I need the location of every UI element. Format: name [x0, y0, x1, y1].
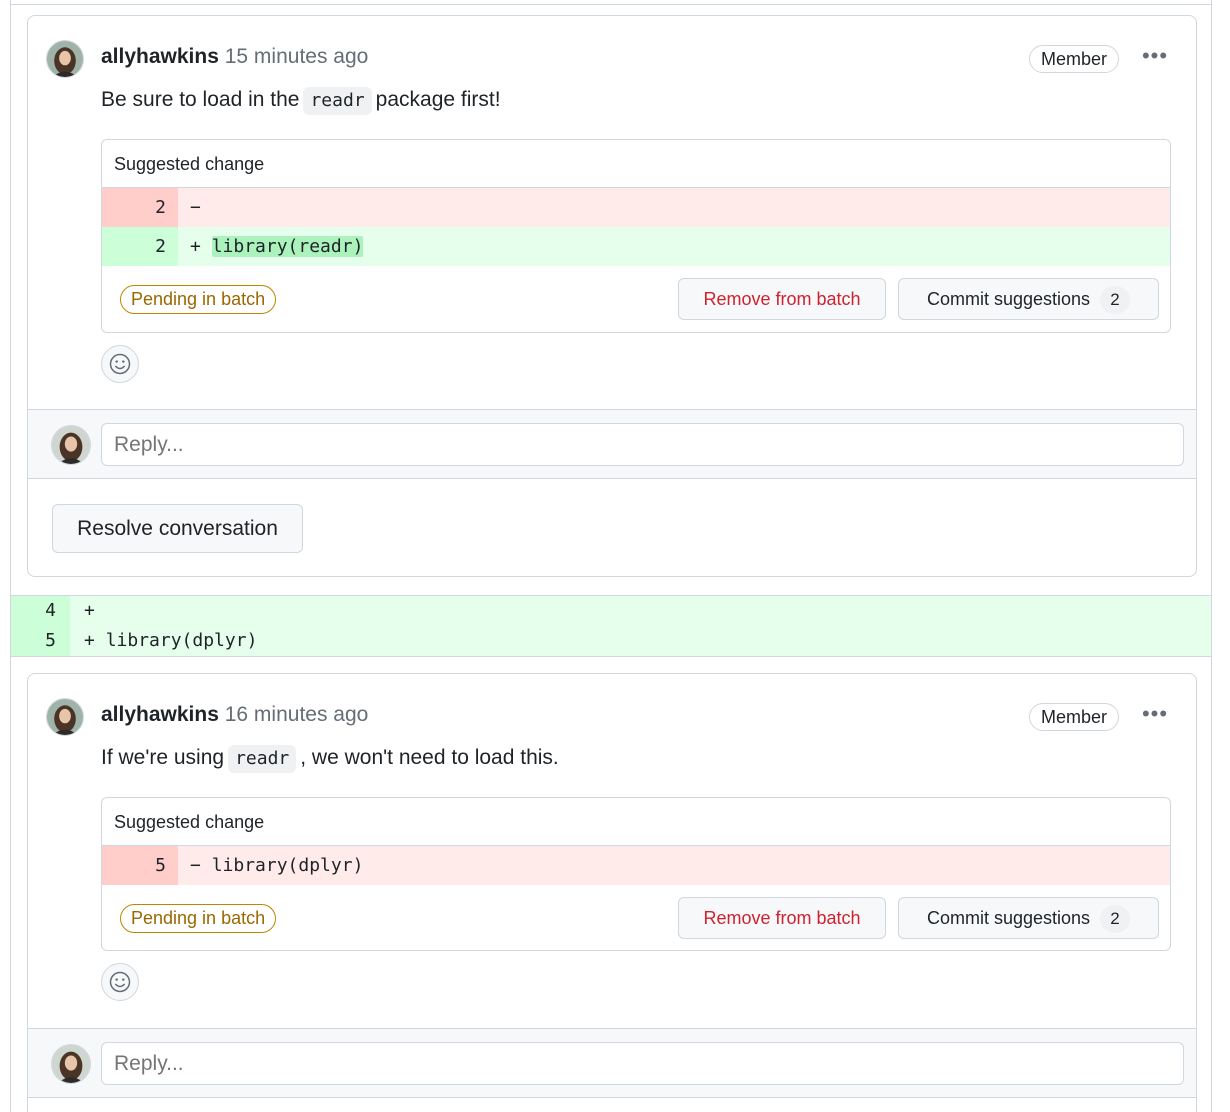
commit-count-badge: 2: [1100, 905, 1131, 934]
comment-header: allyhawkins 16 minutes ago: [101, 702, 368, 728]
diff-code-text: library(dplyr): [105, 630, 258, 651]
commit-count-badge: 2: [1100, 286, 1131, 315]
review-thread-2: allyhawkins 16 minutes ago Member ••• If…: [27, 673, 1197, 1112]
comment-text: package first!: [375, 88, 501, 111]
diff-sign: +: [190, 236, 201, 257]
suggested-change-title: Suggested change: [102, 798, 1170, 846]
diff-code: + library(readr): [178, 227, 1170, 266]
diff-sign: −: [190, 197, 201, 218]
comment-header: allyhawkins 15 minutes ago: [101, 44, 368, 70]
left-border: [10, 0, 11, 1112]
reply-bar: [28, 409, 1196, 479]
current-user-avatar: [51, 1044, 91, 1084]
review-comment: allyhawkins 15 minutes ago Member ••• Be…: [28, 16, 1196, 409]
commit-suggestions-label: Commit suggestions: [926, 908, 1091, 928]
diff-added-lines: 4 + 5 + library(dplyr): [11, 595, 1211, 657]
diff-code-text: library(readr): [211, 236, 364, 257]
comment-text: Be sure to load in the: [101, 88, 300, 111]
author-avatar[interactable]: [46, 40, 84, 78]
comment-text: If we're using: [101, 746, 225, 769]
remove-from-batch-button[interactable]: Remove from batch: [678, 897, 886, 939]
author-name[interactable]: allyhawkins: [101, 45, 219, 68]
resolve-conversation-button[interactable]: Resolve conversation: [52, 504, 303, 553]
diff-code: − library(dplyr): [178, 846, 1170, 885]
current-user-avatar: [51, 425, 91, 465]
commit-suggestions-label: Commit suggestions: [926, 289, 1091, 309]
diff-code: −: [178, 188, 1170, 227]
kebab-horizontal-icon[interactable]: •••: [1140, 45, 1170, 70]
line-number: 5: [11, 626, 70, 656]
line-number: 2: [102, 188, 178, 227]
comment-body: Be sure to load in the readr package first…: [101, 86, 501, 115]
smiley-icon[interactable]: [101, 345, 139, 383]
comment-text: , we won't need to load this.: [300, 746, 559, 769]
diff-sign: −: [190, 855, 201, 876]
diff-code: + library(dplyr): [70, 626, 257, 656]
diff-row-added: 2 + library(readr): [102, 227, 1170, 266]
reply-input[interactable]: [101, 1042, 1184, 1085]
inline-code: readr: [228, 745, 297, 773]
suggested-change-title: Suggested change: [102, 140, 1170, 188]
commit-suggestions-button[interactable]: Commit suggestions 2: [898, 897, 1159, 939]
member-badge: Member: [1029, 703, 1120, 731]
review-comment: allyhawkins 16 minutes ago Member ••• If…: [28, 674, 1196, 1028]
reply-input[interactable]: [101, 423, 1184, 466]
smiley-icon[interactable]: [101, 963, 139, 1001]
suggested-change-box: Suggested change 2 − 2 + library(readr) …: [101, 139, 1171, 333]
suggestion-footer: Pending in batch Remove from batch Commi…: [102, 885, 1170, 950]
line-number: 4: [11, 596, 70, 626]
diff-sign: +: [84, 600, 95, 621]
comment-timestamp[interactable]: 15 minutes ago: [225, 45, 369, 68]
right-border: [1211, 0, 1212, 1112]
author-name[interactable]: allyhawkins: [101, 703, 219, 726]
review-thread-1: allyhawkins 15 minutes ago Member ••• Be…: [27, 15, 1197, 577]
diff-code-text: library(dplyr): [211, 855, 364, 876]
suggestion-footer: Pending in batch Remove from batch Commi…: [102, 266, 1170, 332]
author-avatar[interactable]: [46, 698, 84, 736]
diff-row-deleted: 2 −: [102, 188, 1170, 227]
line-number: 2: [102, 227, 178, 266]
remove-from-batch-button[interactable]: Remove from batch: [678, 278, 886, 320]
line-number: 5: [102, 846, 178, 885]
pending-batch-label: Pending in batch: [120, 904, 277, 933]
top-border: [10, 4, 1212, 5]
commit-suggestions-button[interactable]: Commit suggestions 2: [898, 278, 1159, 320]
inline-code: readr: [303, 87, 372, 115]
diff-sign: +: [84, 630, 95, 651]
comment-timestamp[interactable]: 16 minutes ago: [225, 703, 369, 726]
diff-line: 4 +: [11, 596, 1211, 626]
diff-line: 5 + library(dplyr): [11, 626, 1211, 656]
pending-batch-label: Pending in batch: [120, 285, 277, 314]
member-badge: Member: [1029, 45, 1120, 73]
reply-bar: [28, 1028, 1196, 1098]
diff-row-deleted: 5 − library(dplyr): [102, 846, 1170, 885]
resolve-area: Resolve conversation: [28, 479, 1196, 576]
kebab-horizontal-icon[interactable]: •••: [1140, 703, 1170, 728]
suggested-change-box: Suggested change 5 − library(dplyr) Pend…: [101, 797, 1171, 951]
comment-body: If we're using readr, we won't need to lo…: [101, 744, 559, 773]
